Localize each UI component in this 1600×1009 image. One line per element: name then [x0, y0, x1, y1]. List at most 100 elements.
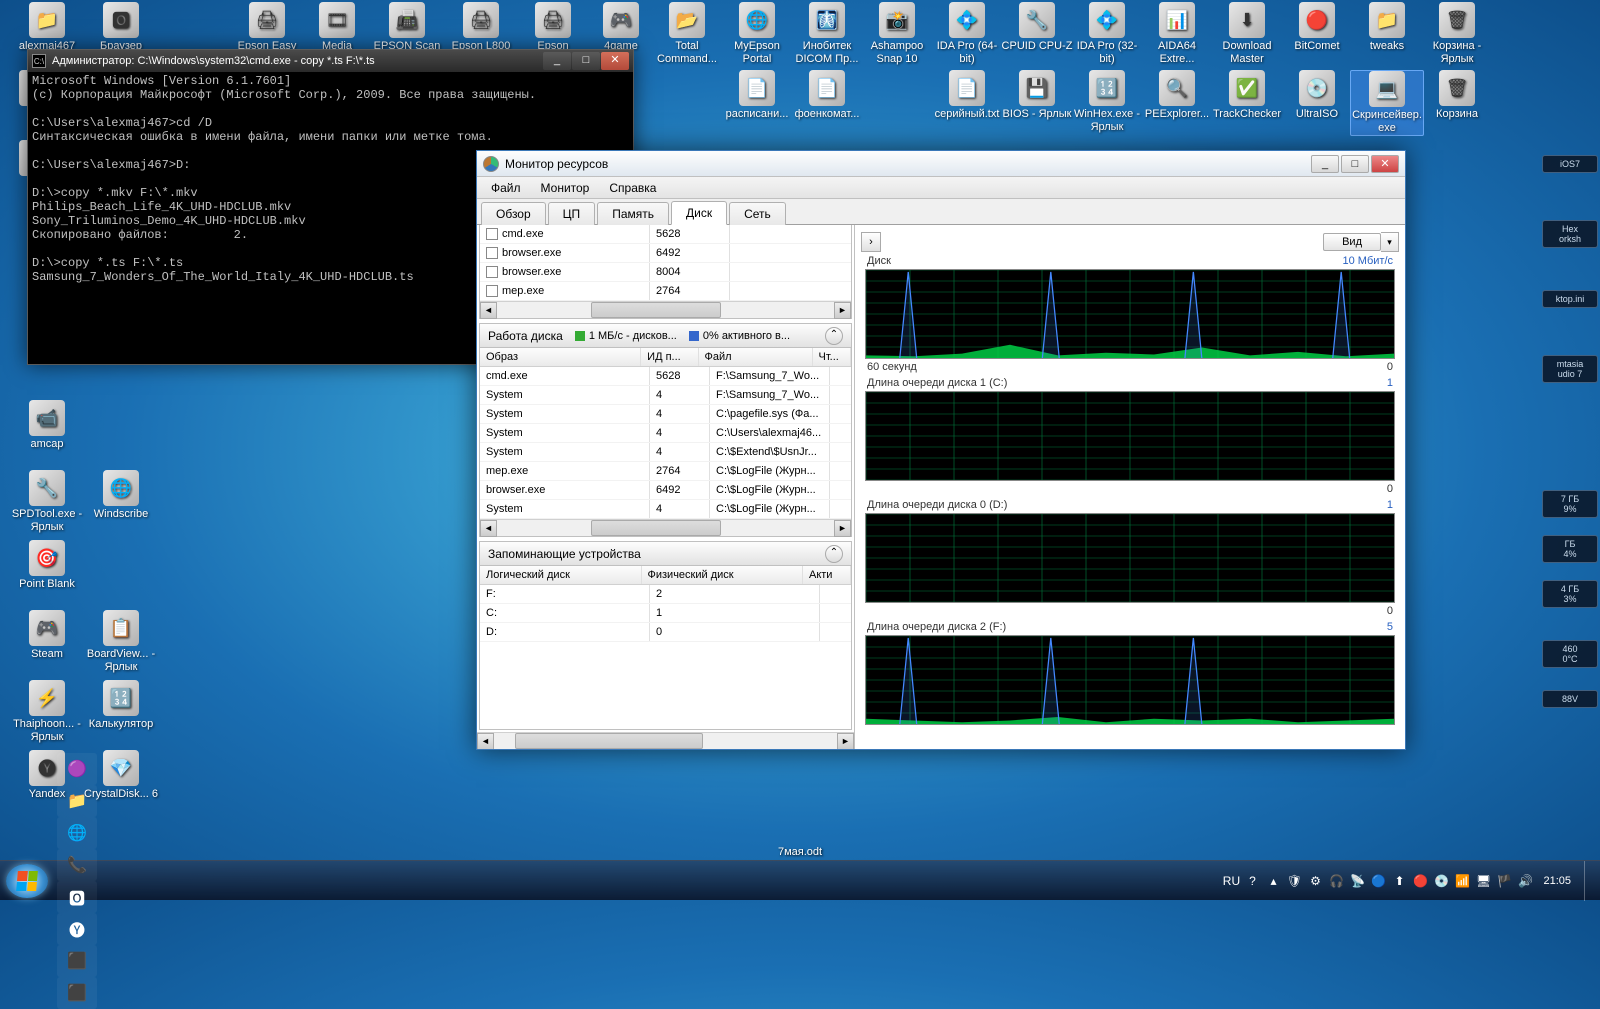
table-row[interactable]: System4C:\pagefile.sys (Фа...: [480, 405, 851, 424]
table-row[interactable]: cmd.exe5628F:\Samsung_7_Wo...: [480, 367, 851, 386]
menu-item[interactable]: Монитор: [531, 179, 600, 197]
desktop-icon[interactable]: 📋BoardView... - Ярлык: [84, 610, 158, 674]
resource-monitor-window[interactable]: Монитор ресурсов _ □ ✕ ФайлМониторСправк…: [476, 150, 1406, 750]
disk-activity-header[interactable]: Работа диска 1 МБ/с - дисков... 0% актив…: [480, 324, 851, 348]
taskbar-item[interactable]: 🟣: [57, 753, 97, 785]
desktop-icon[interactable]: 🔴BitComet: [1280, 2, 1354, 53]
taskbar-item[interactable]: 🅾: [57, 881, 97, 913]
tray-clock[interactable]: 21:05: [1537, 875, 1577, 887]
view-button[interactable]: Вид: [1323, 233, 1381, 251]
desktop-icon[interactable]: 🖨Epson Easy: [230, 2, 304, 53]
process-row[interactable]: browser.exe8004: [480, 263, 851, 282]
desktop-icon[interactable]: 🖨Epson: [516, 2, 590, 53]
tray-icon[interactable]: 🎧: [1327, 872, 1345, 890]
desktop-icon[interactable]: 💿UltraISO: [1280, 70, 1354, 121]
taskbar[interactable]: 🟣📁🌐📞🅾🅨⬛⬛ RU ? ▴ 🛡 ⚙ 🎧 📡 🔵 ⬆ 🔴 💿 📶 🖥 🏴 🔊 …: [0, 860, 1600, 900]
resmon-titlebar[interactable]: Монитор ресурсов _ □ ✕: [477, 151, 1405, 177]
tray-icon[interactable]: 🔴: [1411, 872, 1429, 890]
tray-volume-icon[interactable]: 🔊: [1516, 872, 1534, 890]
sidebar-gadget[interactable]: mtasiaudio 7: [1542, 355, 1598, 383]
close-button[interactable]: ✕: [1371, 155, 1399, 173]
expand-button[interactable]: ›: [861, 232, 881, 252]
maximize-button[interactable]: □: [572, 52, 600, 70]
desktop-icon[interactable]: 💾BIOS - Ярлык: [1000, 70, 1074, 121]
tray-flag-icon[interactable]: 🏴: [1495, 872, 1513, 890]
desktop-icon[interactable]: 📸Ashampoo Snap 10: [860, 2, 934, 66]
table-row[interactable]: D:0: [480, 623, 851, 642]
storage-header[interactable]: Запоминающие устройства ⌃: [480, 542, 851, 566]
desktop-icon[interactable]: 🎮4game: [584, 2, 658, 53]
table-row[interactable]: System4C:\$LogFile (Журн...: [480, 500, 851, 519]
menu-item[interactable]: Справка: [599, 179, 666, 197]
desktop-icon[interactable]: 🔢Калькулятор: [84, 680, 158, 731]
desktop-icon[interactable]: 🔍PEExplorer...: [1140, 70, 1214, 121]
desktop-icon[interactable]: 🩻Инобитек DICOM Пр...: [790, 2, 864, 66]
desktop-icon[interactable]: 🎯Point Blank: [10, 540, 84, 591]
collapse-icon[interactable]: ⌃: [825, 545, 843, 563]
column-header[interactable]: Логический диск: [480, 566, 642, 584]
table-row[interactable]: System4F:\Samsung_7_Wo...: [480, 386, 851, 405]
close-button[interactable]: ✕: [601, 52, 629, 70]
taskbar-item[interactable]: 📞: [57, 849, 97, 881]
scrollbar[interactable]: ◄►: [477, 732, 854, 749]
column-header[interactable]: ИД п...: [641, 348, 698, 366]
column-header[interactable]: Акти: [803, 566, 851, 584]
taskbar-item[interactable]: ⬛: [57, 945, 97, 977]
disk-activity-table[interactable]: ОбразИД п...ФайлЧт...cmd.exe5628F:\Samsu…: [480, 348, 851, 519]
desktop-icon[interactable]: ⬇Download Master: [1210, 2, 1284, 66]
sidebar-gadget[interactable]: 88V: [1542, 690, 1598, 708]
table-row[interactable]: System4C:\$Extend\$UsnJr...: [480, 443, 851, 462]
tray-icon[interactable]: 💿: [1432, 872, 1450, 890]
sidebar-gadget[interactable]: iOS7: [1542, 155, 1598, 173]
desktop-icon[interactable]: 📠EPSON Scan: [370, 2, 444, 53]
desktop-icon[interactable]: 🌐MyEpson Portal: [720, 2, 794, 66]
show-desktop-button[interactable]: [1584, 861, 1594, 901]
sidebar-gadget[interactable]: 7 ГБ9%: [1542, 490, 1598, 518]
scrollbar[interactable]: ◄►: [480, 301, 851, 318]
cmd-titlebar[interactable]: C:\ Администратор: C:\Windows\system32\c…: [28, 50, 633, 72]
tray-icon[interactable]: 🖥: [1474, 872, 1492, 890]
collapse-icon[interactable]: ⌃: [825, 327, 843, 345]
start-button[interactable]: [6, 864, 48, 898]
desktop-icon[interactable]: ⚡Thaiphoon... - Ярлык: [10, 680, 84, 744]
desktop-icon[interactable]: 📄серийный.txt: [930, 70, 1004, 121]
desktop-icon[interactable]: 🔧SPDTool.exe - Ярлык: [10, 470, 84, 534]
view-dropdown-icon[interactable]: ▾: [1381, 232, 1399, 252]
desktop-icon[interactable]: 📹amcap: [10, 400, 84, 451]
table-row[interactable]: browser.exe6492C:\$LogFile (Журн...: [480, 481, 851, 500]
desktop-icon[interactable]: 🎮Steam: [10, 610, 84, 661]
maximize-button[interactable]: □: [1341, 155, 1369, 173]
tab[interactable]: Обзор: [481, 202, 546, 225]
table-row[interactable]: System4C:\Users\alexmaj46...: [480, 424, 851, 443]
tray-icon[interactable]: 🛡: [1285, 872, 1303, 890]
column-header[interactable]: Физический диск: [642, 566, 804, 584]
desktop-icon[interactable]: 🌐Windscribe: [84, 470, 158, 521]
column-header[interactable]: Чт...: [813, 348, 851, 366]
tray-lang[interactable]: RU: [1222, 872, 1240, 890]
process-list[interactable]: cmd.exe5628browser.exe6492browser.exe800…: [480, 225, 851, 301]
desktop-icon[interactable]: 🖨Epson L800: [444, 2, 518, 53]
tab[interactable]: Сеть: [729, 202, 786, 225]
taskbar-item[interactable]: 📁: [57, 785, 97, 817]
table-row[interactable]: F:2: [480, 585, 851, 604]
desktop-icon[interactable]: 📂Total Command...: [650, 2, 724, 66]
desktop-icon[interactable]: 🔧CPUID CPU-Z: [1000, 2, 1074, 53]
tray-up-icon[interactable]: ▴: [1264, 872, 1282, 890]
desktop-icon[interactable]: 💠IDA Pro (32-bit): [1070, 2, 1144, 66]
sidebar-gadget[interactable]: 4 ГБ3%: [1542, 580, 1598, 608]
desktop-icon[interactable]: 💻Скринсейвер.exe: [1350, 70, 1424, 136]
tray-icon[interactable]: 📡: [1348, 872, 1366, 890]
taskbar-item[interactable]: 🌐: [57, 817, 97, 849]
desktop-icon[interactable]: 🔢WinHex.exe - Ярлык: [1070, 70, 1144, 134]
tray-help-icon[interactable]: ?: [1243, 872, 1261, 890]
tray-icon[interactable]: ⬆: [1390, 872, 1408, 890]
table-row[interactable]: C:1: [480, 604, 851, 623]
system-tray[interactable]: RU ? ▴ 🛡 ⚙ 🎧 📡 🔵 ⬆ 🔴 💿 📶 🖥 🏴 🔊 21:05: [1222, 861, 1594, 901]
desktop-icon[interactable]: 📊AIDA64 Extre...: [1140, 2, 1214, 66]
desktop-icon[interactable]: 💠IDA Pro (64-bit): [930, 2, 1004, 66]
tray-icon[interactable]: 📶: [1453, 872, 1471, 890]
desktop-icon[interactable]: 🎞Media: [300, 2, 374, 53]
tray-icon[interactable]: 🔵: [1369, 872, 1387, 890]
storage-table[interactable]: Логический дискФизический дискАктиF:2C:1…: [480, 566, 851, 642]
desktop-icon[interactable]: 📁tweaks: [1350, 2, 1424, 53]
